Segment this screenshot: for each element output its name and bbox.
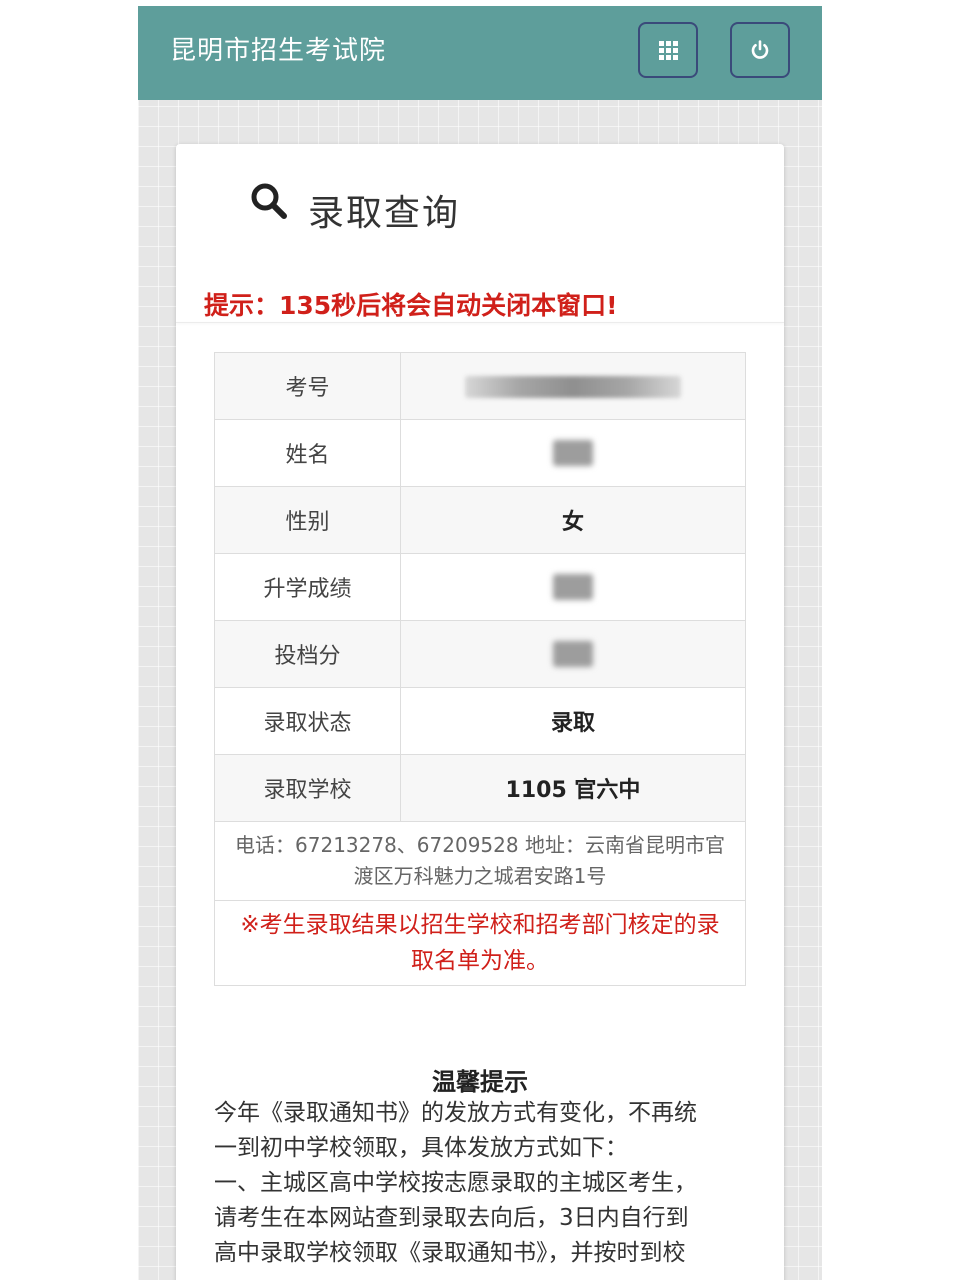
admitted-school-value: 1105 官六中 [400,754,746,822]
header-divider [176,322,784,323]
tips-line: 高中录取学校领取《录取通知书》，并按时到校 [214,1240,686,1266]
apps-menu-button[interactable] [638,22,698,78]
admitted-school-label: 录取学校 [214,754,401,822]
exam-number-label: 考号 [214,352,401,420]
table-row: 考号 [214,352,746,420]
card-header: 录取查询 提示：135秒后将会自动关闭本窗口! [176,144,784,324]
admission-status-label: 录取状态 [214,687,401,755]
score-value [400,553,746,621]
tips-line: 一到初中学校领取，具体发放方式如下： [214,1135,628,1161]
school-contact-info: 电话：67213278、67209528 地址：云南省昆明市官渡区万科魅力之城君… [214,821,746,901]
result-table: 考号 姓名 性别 女 升学成绩 投档分 录取状态 录取 录取学校 1105 官六… [214,352,746,986]
filing-score-label: 投档分 [214,620,401,688]
score-label: 升学成绩 [214,553,401,621]
app-screen: 昆明市招生考试院 录取查询 提示：135秒后将会自动关闭本窗口! 考号 姓名 性… [138,6,822,1280]
table-row: 性别 女 [214,486,746,554]
logout-button[interactable] [730,22,790,78]
filing-score-value [400,620,746,688]
redacted-value [553,574,593,600]
table-row: 投档分 [214,620,746,688]
table-row: 录取学校 1105 官六中 [214,754,746,822]
apps-grid-icon [658,40,678,60]
result-disclaimer: ※考生录取结果以招生学校和招考部门核定的录取名单为准。 [214,900,746,986]
tips-title: 温馨提示 [432,1068,528,1096]
gender-label: 性别 [214,486,401,554]
redacted-value [465,375,681,398]
redacted-value [553,440,593,466]
redacted-value [553,641,593,667]
power-icon [751,40,769,59]
name-value [400,419,746,487]
tips-body: 今年《录取通知书》的发放方式有变化，不再统 一到初中学校领取，具体发放方式如下：… [214,1096,746,1271]
table-row: ※考生录取结果以招生学校和招考部门核定的录取名单为准。 [214,900,746,986]
name-label: 姓名 [214,419,401,487]
gender-value: 女 [400,486,746,554]
page-title: 录取查询 [308,193,461,234]
auto-close-notice: 提示：135秒后将会自动关闭本窗口! [204,291,618,320]
tips-line: 一、主城区高中学校按志愿录取的主城区考生， [214,1170,697,1196]
exam-number-value [400,352,746,420]
admission-status-value: 录取 [400,687,746,755]
admission-query-card: 录取查询 提示：135秒后将会自动关闭本窗口! 考号 姓名 性别 女 升学成绩 [176,144,784,1280]
tips-line: 请考生在本网站查到录取去向后，3日内自行到 [214,1205,689,1231]
tips-line: 今年《录取通知书》的发放方式有变化，不再统 [214,1100,697,1126]
table-row: 电话：67213278、67209528 地址：云南省昆明市官渡区万科魅力之城君… [214,821,746,901]
table-row: 姓名 [214,419,746,487]
table-row: 升学成绩 [214,553,746,621]
site-title: 昆明市招生考试院 [170,36,387,66]
search-icon [251,183,287,219]
top-bar: 昆明市招生考试院 [138,6,822,100]
table-row: 录取状态 录取 [214,687,746,755]
